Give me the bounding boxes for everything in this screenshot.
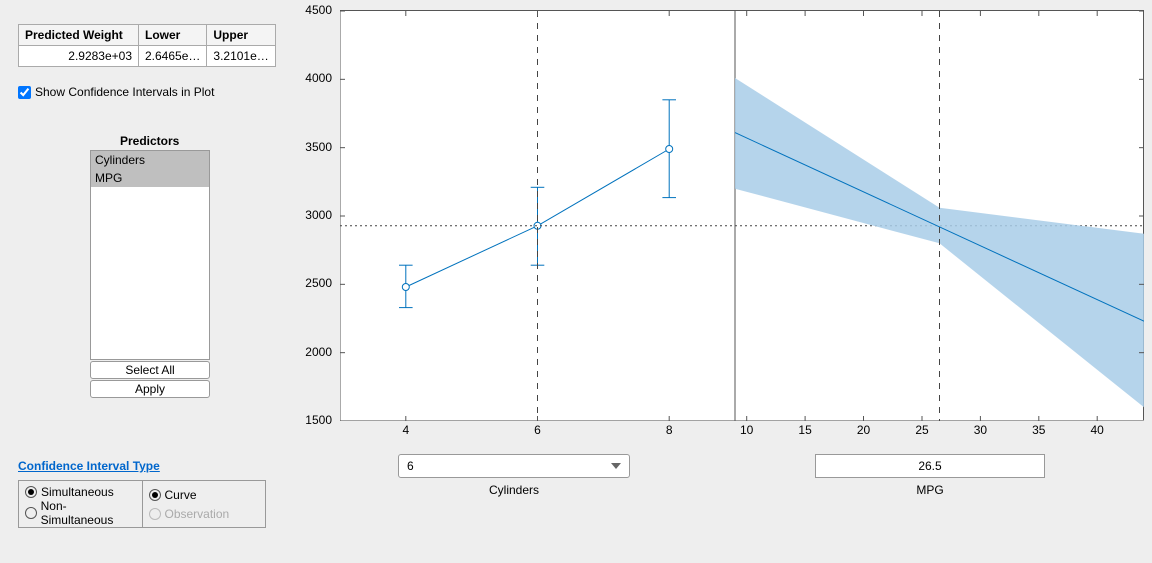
ytick: 4000 bbox=[305, 71, 332, 85]
ytick: 1500 bbox=[305, 413, 332, 427]
radio-label: Curve bbox=[165, 488, 197, 502]
header-predicted: Predicted Weight bbox=[19, 25, 139, 46]
mpg-axis-label: MPG bbox=[916, 483, 943, 497]
marker bbox=[402, 284, 409, 291]
apply-button[interactable]: Apply bbox=[90, 380, 210, 398]
xtick: 30 bbox=[974, 423, 987, 437]
chevron-down-icon bbox=[611, 463, 621, 469]
predictors-listbox[interactable]: Cylinders MPG bbox=[90, 150, 210, 360]
marker bbox=[666, 146, 673, 153]
radio-label: Observation bbox=[165, 507, 230, 521]
cylinders-select[interactable]: 6 bbox=[398, 454, 630, 478]
cylinders-axis-label: Cylinders bbox=[489, 483, 539, 497]
ci-type-link[interactable]: Confidence Interval Type bbox=[18, 459, 160, 473]
cell-upper: 3.2101e… bbox=[207, 46, 275, 67]
x-axis-ticks: 4 6 8 10 15 20 25 30 35 40 bbox=[340, 423, 1144, 439]
radio-observation: Observation bbox=[149, 507, 260, 521]
cylinders-value: 6 bbox=[407, 459, 414, 473]
predictors-title: Predictors bbox=[120, 134, 179, 148]
xtick: 25 bbox=[915, 423, 928, 437]
y-tick-marks bbox=[340, 11, 1144, 421]
chart-svg bbox=[340, 11, 1144, 421]
radio-nonsimultaneous[interactable]: Non-Simultaneous bbox=[25, 499, 136, 527]
xtick: 20 bbox=[857, 423, 870, 437]
show-ci-checkbox[interactable] bbox=[18, 86, 31, 99]
cell-predicted: 2.9283e+03 bbox=[19, 46, 139, 67]
ytick: 2500 bbox=[305, 276, 332, 290]
cell-lower: 2.6465e… bbox=[139, 46, 207, 67]
prediction-table: Predicted Weight Lower Upper 2.9283e+03 … bbox=[18, 24, 276, 67]
xtick: 4 bbox=[402, 423, 409, 437]
header-lower: Lower bbox=[139, 25, 207, 46]
ytick: 2000 bbox=[305, 345, 332, 359]
list-item[interactable]: MPG bbox=[91, 169, 209, 187]
radio-curve[interactable]: Curve bbox=[149, 488, 260, 502]
show-ci-label: Show Confidence Intervals in Plot bbox=[35, 85, 214, 99]
xtick: 6 bbox=[534, 423, 541, 437]
radio-label: Simultaneous bbox=[41, 485, 114, 499]
show-ci-checkbox-row[interactable]: Show Confidence Intervals in Plot bbox=[18, 85, 214, 99]
y-axis-ticks: 1500 2000 2500 3000 3500 4000 4500 bbox=[294, 10, 336, 420]
list-item[interactable]: Cylinders bbox=[91, 151, 209, 169]
header-upper: Upper bbox=[207, 25, 275, 46]
ci-type-group: Simultaneous Non-Simultaneous Curve Obse… bbox=[18, 480, 266, 528]
ytick: 3000 bbox=[305, 208, 332, 222]
xtick: 35 bbox=[1032, 423, 1045, 437]
ytick: 4500 bbox=[305, 3, 332, 17]
xtick: 8 bbox=[666, 423, 673, 437]
radio-simultaneous[interactable]: Simultaneous bbox=[25, 485, 136, 499]
radio-label: Non-Simultaneous bbox=[41, 499, 136, 527]
mpg-input[interactable]: 26.5 bbox=[815, 454, 1045, 478]
xtick: 15 bbox=[798, 423, 811, 437]
xtick: 10 bbox=[740, 423, 753, 437]
xtick: 40 bbox=[1091, 423, 1104, 437]
plot-area bbox=[340, 10, 1144, 420]
ytick: 3500 bbox=[305, 140, 332, 154]
table-row: 2.9283e+03 2.6465e… 3.2101e… bbox=[19, 46, 276, 67]
select-all-button[interactable]: Select All bbox=[90, 361, 210, 379]
